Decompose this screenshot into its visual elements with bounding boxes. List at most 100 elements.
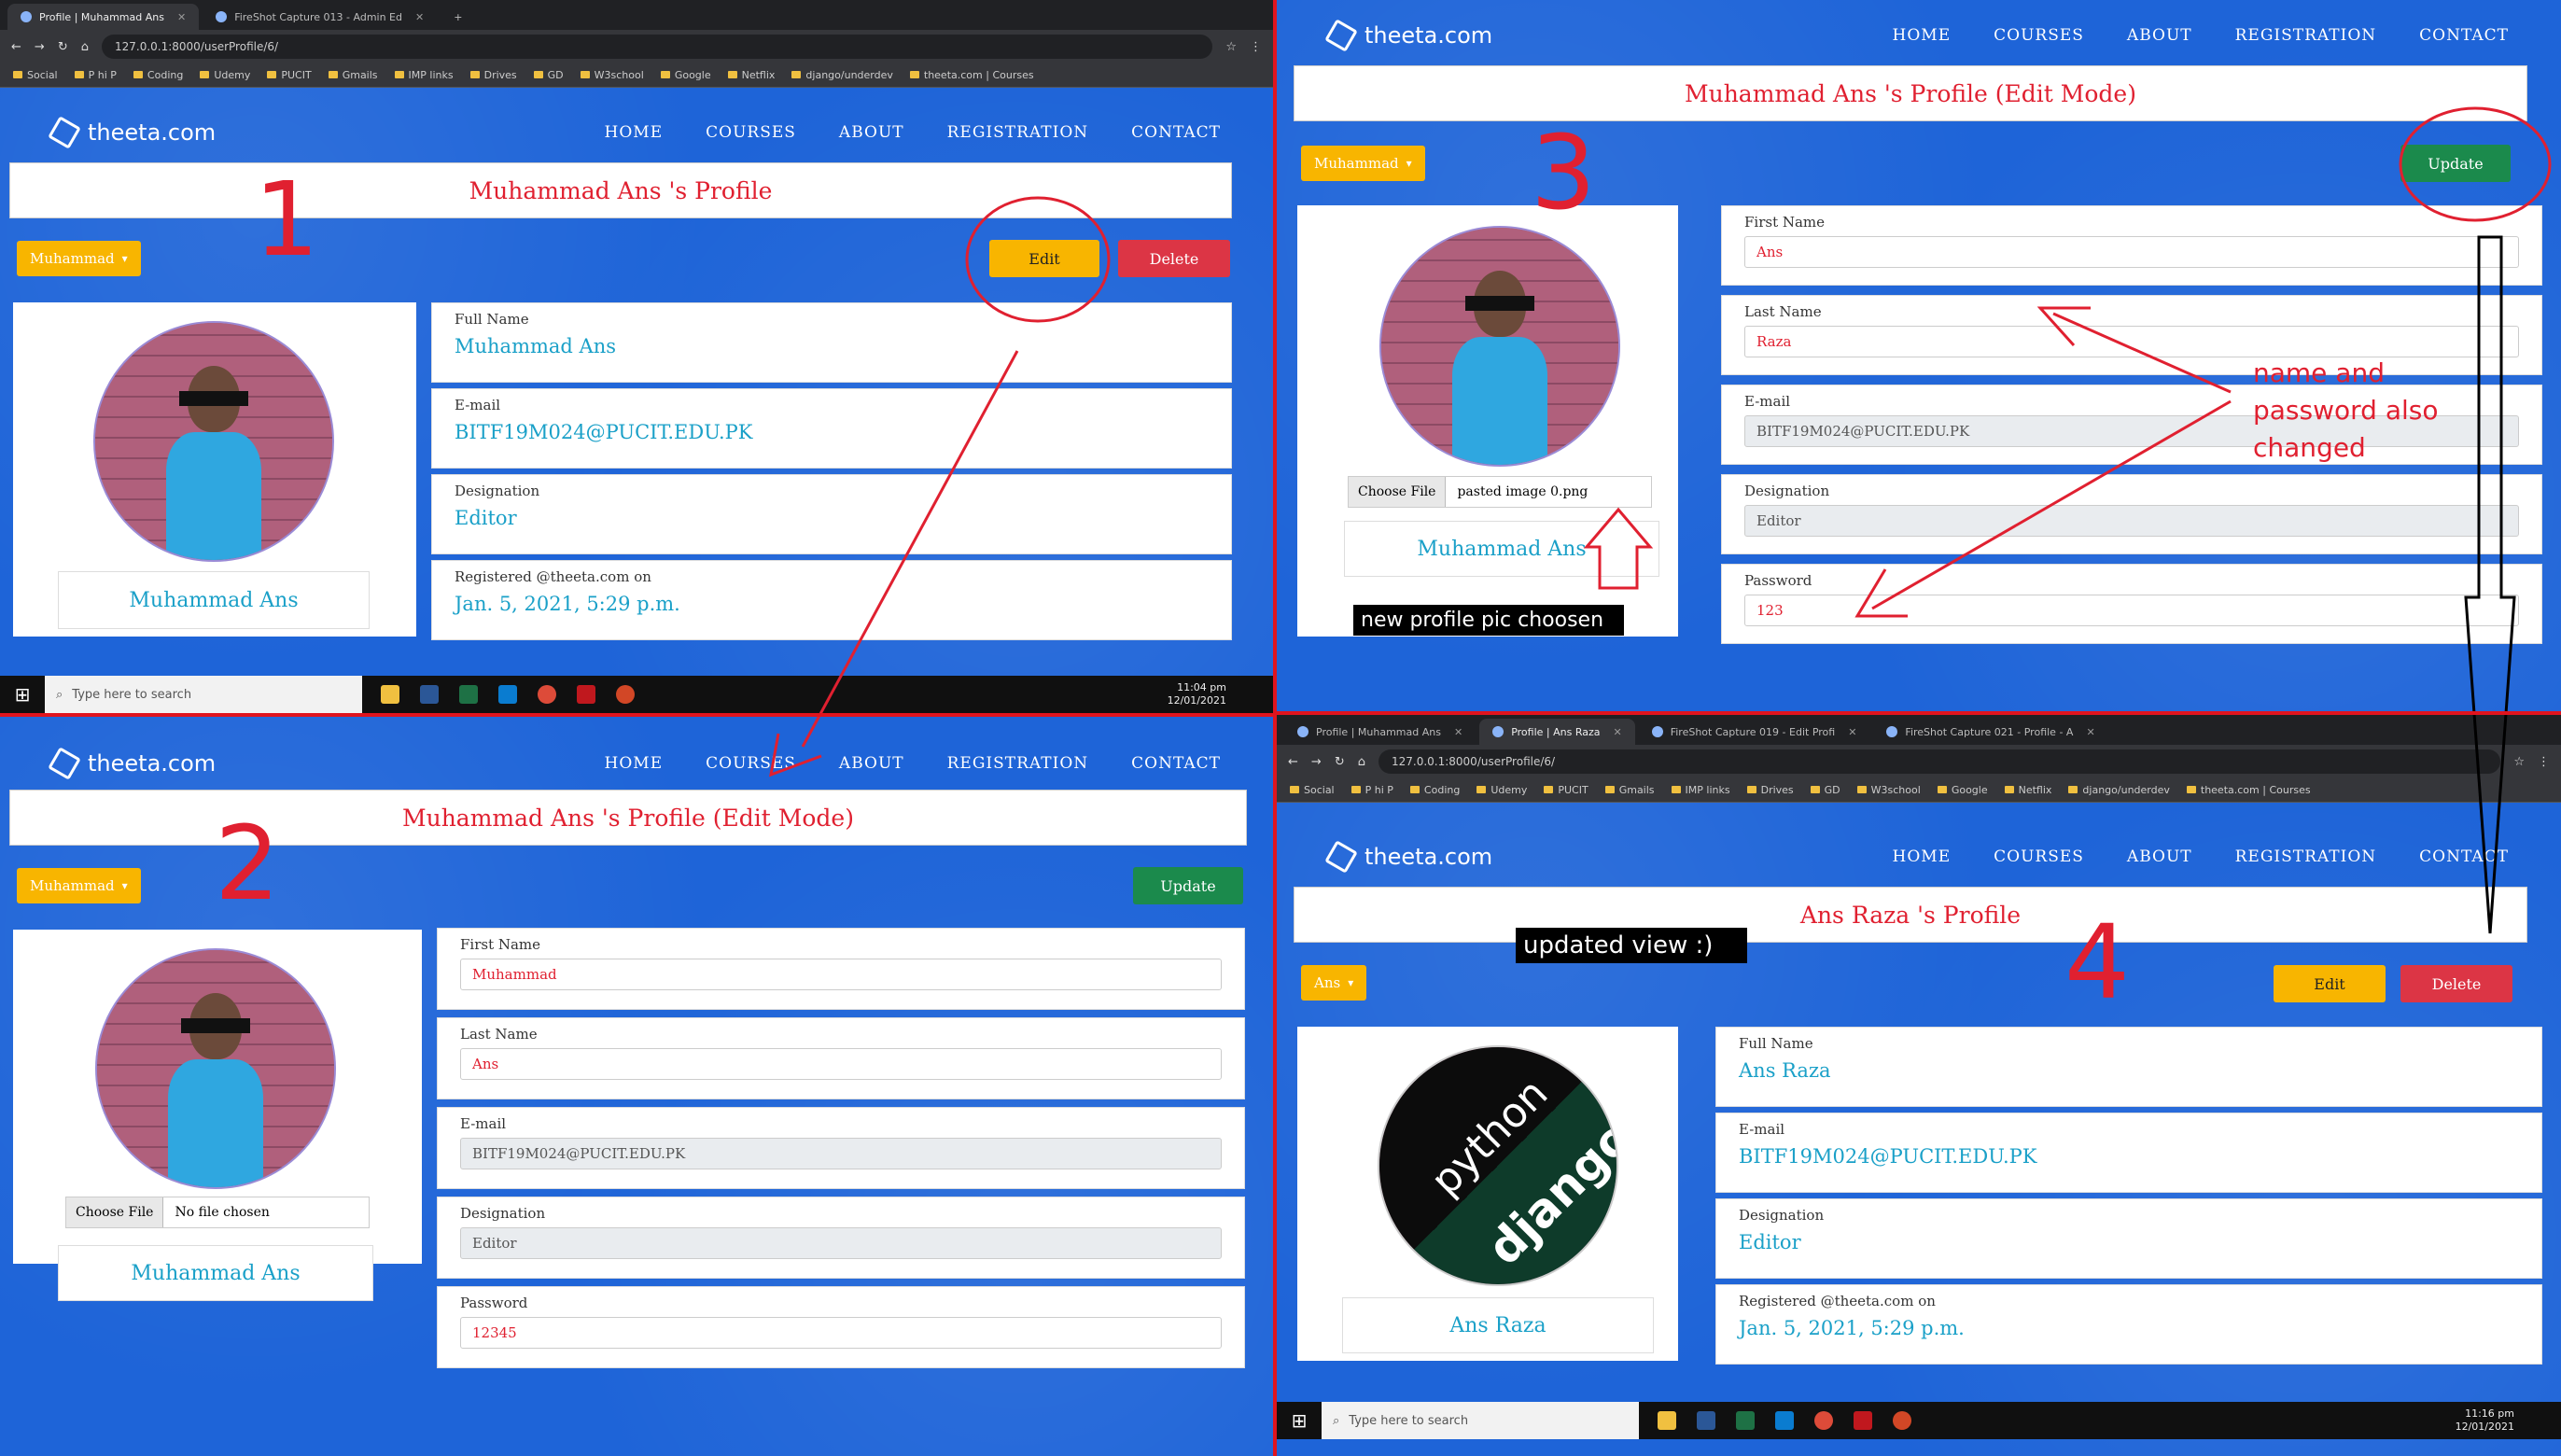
taskbar-search[interactable]: ⌕ Type here to search: [45, 676, 362, 713]
last-name-input[interactable]: Ans: [460, 1048, 1222, 1080]
bookmark[interactable]: Google: [661, 69, 711, 81]
bookmark[interactable]: Social: [13, 69, 58, 81]
close-icon[interactable]: ✕: [1454, 726, 1462, 738]
nav-home[interactable]: HOME: [1893, 847, 1952, 866]
bookmark[interactable]: PUCIT: [1544, 784, 1588, 796]
star-icon[interactable]: ☆: [2513, 755, 2525, 769]
nav-contact[interactable]: CONTACT: [2419, 847, 2509, 866]
bookmark[interactable]: GD: [534, 69, 564, 81]
first-name-input[interactable]: Ans: [1744, 236, 2519, 268]
nav-registration[interactable]: REGISTRATION: [2235, 847, 2377, 866]
nav-contact[interactable]: CONTACT: [2419, 26, 2509, 45]
bookmark[interactable]: Drives: [1747, 784, 1794, 796]
excel-icon[interactable]: [1736, 1411, 1755, 1430]
powerpoint-icon[interactable]: [616, 685, 635, 704]
chrome-icon[interactable]: [538, 685, 556, 704]
bookmark[interactable]: Netflix: [728, 69, 776, 81]
bookmark[interactable]: W3school: [1857, 784, 1921, 796]
bookmark[interactable]: Udemy: [200, 69, 250, 81]
close-icon[interactable]: ✕: [1848, 726, 1856, 738]
home-icon[interactable]: ⌂: [1358, 755, 1365, 769]
user-dropdown[interactable]: Muhammad: [17, 868, 141, 903]
nav-about[interactable]: ABOUT: [839, 754, 904, 773]
browser-tab[interactable]: Profile | Muhammad Ans ✕: [1284, 719, 1476, 745]
reload-icon[interactable]: ↻: [58, 40, 68, 54]
nav-home[interactable]: HOME: [1893, 26, 1952, 45]
file-explorer-icon[interactable]: [381, 685, 399, 704]
home-icon[interactable]: ⌂: [81, 40, 89, 54]
back-icon[interactable]: ←: [1288, 755, 1298, 769]
choose-file-button[interactable]: Choose File: [1349, 477, 1447, 507]
word-icon[interactable]: [420, 685, 439, 704]
excel-icon[interactable]: [459, 685, 478, 704]
bookmark[interactable]: theeta.com | Courses: [2187, 784, 2311, 796]
windows-start-icon[interactable]: ⊞: [0, 676, 45, 713]
browser-tab[interactable]: Profile | Muhammad Ans ✕: [7, 4, 200, 30]
bookmark[interactable]: P hi P: [75, 69, 117, 81]
powerpoint-icon[interactable]: [1893, 1411, 1911, 1430]
browser-tab[interactable]: Profile | Ans Raza ✕: [1479, 719, 1635, 745]
edit-button[interactable]: Edit: [989, 240, 1099, 277]
address-input[interactable]: 127.0.0.1:8000/userProfile/6/: [1378, 749, 2501, 774]
close-icon[interactable]: ✕: [177, 11, 186, 23]
bookmark[interactable]: IMP links: [1672, 784, 1730, 796]
menu-icon[interactable]: ⋮: [1250, 40, 1262, 54]
chrome-icon[interactable]: [1814, 1411, 1833, 1430]
edit-button[interactable]: Edit: [2274, 965, 2386, 1002]
bookmark[interactable]: Google: [1938, 784, 1988, 796]
nav-home[interactable]: HOME: [605, 754, 664, 773]
first-name-input[interactable]: Muhammad: [460, 959, 1222, 990]
nav-home[interactable]: HOME: [605, 123, 664, 142]
nav-about[interactable]: ABOUT: [839, 123, 904, 142]
reload-icon[interactable]: ↻: [1335, 755, 1345, 769]
browser-tab[interactable]: FireShot Capture 013 - Admin Ed ✕: [203, 4, 437, 30]
nav-courses[interactable]: COURSES: [1994, 26, 2084, 45]
site-logo[interactable]: theeta.com: [1324, 840, 1492, 874]
nav-contact[interactable]: CONTACT: [1131, 754, 1221, 773]
last-name-input[interactable]: Raza: [1744, 326, 2519, 357]
site-logo[interactable]: theeta.com: [48, 747, 216, 780]
nav-courses[interactable]: COURSES: [706, 123, 796, 142]
bookmark[interactable]: PUCIT: [267, 69, 311, 81]
bookmark[interactable]: Netflix: [2005, 784, 2052, 796]
update-button[interactable]: Update: [2400, 145, 2511, 182]
user-dropdown[interactable]: Ans: [1301, 965, 1367, 1001]
word-icon[interactable]: [1697, 1411, 1715, 1430]
bookmark[interactable]: GD: [1811, 784, 1840, 796]
site-logo[interactable]: theeta.com: [48, 116, 216, 149]
bookmark[interactable]: django/underdev: [791, 69, 892, 81]
vscode-icon[interactable]: [498, 685, 517, 704]
nav-registration[interactable]: REGISTRATION: [2235, 26, 2377, 45]
bookmark[interactable]: Gmails: [329, 69, 378, 81]
taskbar-search[interactable]: ⌕ Type here to search: [1322, 1402, 1639, 1439]
bookmark[interactable]: Udemy: [1476, 784, 1527, 796]
site-logo[interactable]: theeta.com: [1324, 19, 1492, 52]
user-dropdown[interactable]: Muhammad: [1301, 146, 1425, 181]
password-input[interactable]: 123: [1744, 595, 2519, 626]
file-explorer-icon[interactable]: [1658, 1411, 1676, 1430]
bookmark[interactable]: django/underdev: [2068, 784, 2169, 796]
nav-courses[interactable]: COURSES: [1994, 847, 2084, 866]
bookmark[interactable]: Social: [1290, 784, 1335, 796]
user-dropdown[interactable]: Muhammad: [17, 241, 141, 276]
nav-about[interactable]: ABOUT: [2127, 847, 2192, 866]
acrobat-icon[interactable]: [577, 685, 595, 704]
delete-button[interactable]: Delete: [2400, 965, 2512, 1002]
bookmark[interactable]: Coding: [1410, 784, 1460, 796]
vscode-icon[interactable]: [1775, 1411, 1794, 1430]
close-icon[interactable]: ✕: [2086, 726, 2094, 738]
back-icon[interactable]: ←: [11, 40, 21, 54]
close-icon[interactable]: ✕: [1613, 726, 1621, 738]
nav-about[interactable]: ABOUT: [2127, 26, 2192, 45]
delete-button[interactable]: Delete: [1118, 240, 1230, 277]
star-icon[interactable]: ☆: [1225, 40, 1237, 54]
file-input[interactable]: Choose File No file chosen: [65, 1197, 370, 1228]
bookmark[interactable]: W3school: [581, 69, 644, 81]
forward-icon[interactable]: →: [35, 40, 45, 54]
choose-file-button[interactable]: Choose File: [66, 1197, 164, 1227]
bookmark[interactable]: Coding: [133, 69, 183, 81]
bookmark[interactable]: Drives: [470, 69, 517, 81]
file-input[interactable]: Choose File pasted image 0.png: [1348, 476, 1652, 508]
bookmark[interactable]: theeta.com | Courses: [910, 69, 1034, 81]
nav-courses[interactable]: COURSES: [706, 754, 796, 773]
